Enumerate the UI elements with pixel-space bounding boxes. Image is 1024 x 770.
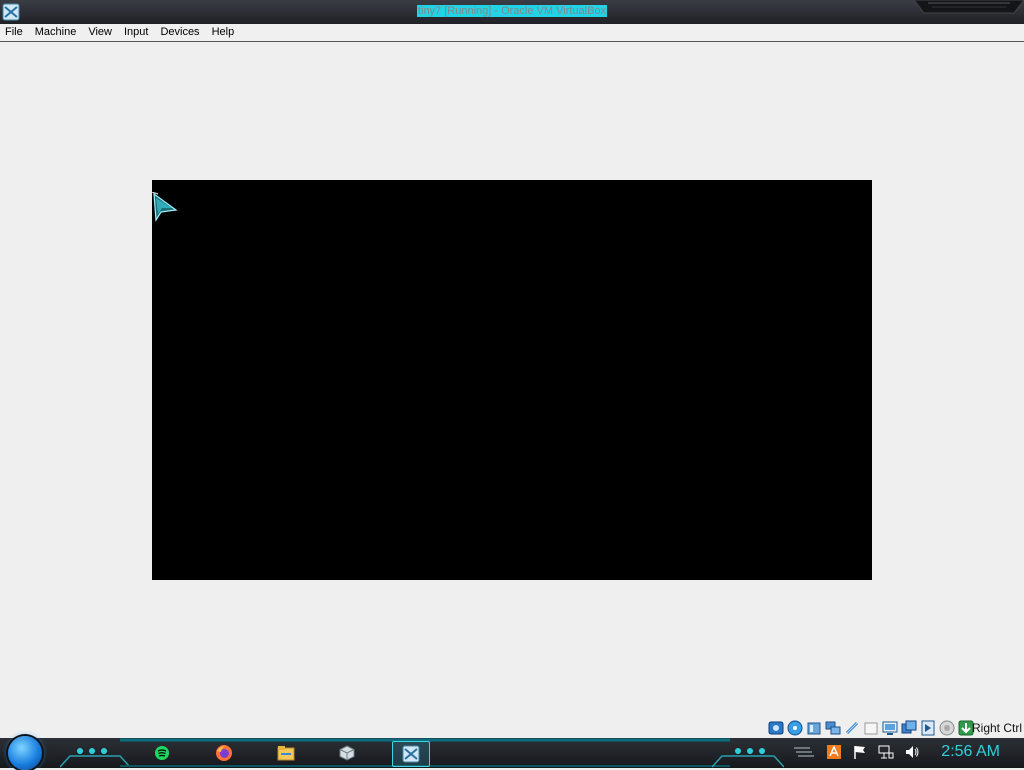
taskbar-app-spotify[interactable] — [144, 741, 180, 765]
mouse-integration-icon[interactable] — [920, 720, 936, 736]
shared-folders-icon[interactable] — [863, 720, 879, 736]
mouse-cursor-icon — [152, 192, 178, 222]
start-button[interactable] — [8, 736, 42, 770]
taskbar-clock[interactable]: 2:56 AM — [941, 743, 1000, 761]
cpu-icon[interactable] — [939, 720, 955, 736]
menu-devices[interactable]: Devices — [154, 24, 205, 41]
window-title: tiny7 [Running] - Oracle VM VirtualBox — [416, 5, 608, 17]
file-explorer-icon — [277, 746, 295, 761]
recording-icon[interactable] — [901, 720, 917, 736]
display-icon[interactable] — [882, 720, 898, 736]
menu-input[interactable]: Input — [118, 24, 154, 41]
menu-help[interactable]: Help — [206, 24, 241, 41]
usb-icon[interactable] — [844, 720, 860, 736]
hard-disk-icon[interactable] — [768, 720, 784, 736]
menu-view[interactable]: View — [82, 24, 118, 41]
taskbar-app-firefox[interactable] — [206, 741, 242, 765]
show-desktop-icon[interactable] — [792, 744, 816, 760]
vm-status-bar: Right Ctrl — [0, 718, 1024, 738]
volume-icon[interactable] — [904, 744, 920, 760]
taskbar-app-explorer[interactable] — [268, 741, 304, 765]
host-key-label: Right Ctrl — [971, 721, 1022, 735]
status-indicators — [768, 720, 974, 736]
window-titlebar[interactable]: tiny7 [Running] - Oracle VM VirtualBox — [0, 0, 1024, 25]
taskbar: 2:56 AM — [0, 736, 1024, 770]
action-center-flag-icon[interactable] — [852, 744, 868, 760]
spotify-icon — [155, 746, 169, 760]
taskbar-decoration-right — [712, 748, 784, 768]
menu-machine[interactable]: Machine — [29, 24, 83, 41]
system-tray — [792, 744, 920, 760]
taskbar-app-virtualbox-manager[interactable] — [329, 741, 365, 765]
menu-bar: File Machine View Input Devices Help — [0, 24, 1024, 42]
network-tray-icon[interactable] — [878, 744, 894, 760]
audio-icon[interactable] — [806, 720, 822, 736]
optical-drive-icon[interactable] — [787, 720, 803, 736]
avast-icon[interactable] — [826, 744, 842, 760]
virtualbox-manager-icon — [339, 745, 355, 761]
virtualbox-vm-icon — [402, 745, 420, 763]
caption-buttons[interactable] — [914, 0, 1024, 14]
taskbar-app-virtualbox-vm[interactable] — [392, 741, 430, 767]
firefox-icon — [216, 745, 232, 761]
menu-file[interactable]: File — [0, 24, 29, 41]
network-icon[interactable] — [825, 720, 841, 736]
vm-display[interactable] — [152, 180, 872, 580]
